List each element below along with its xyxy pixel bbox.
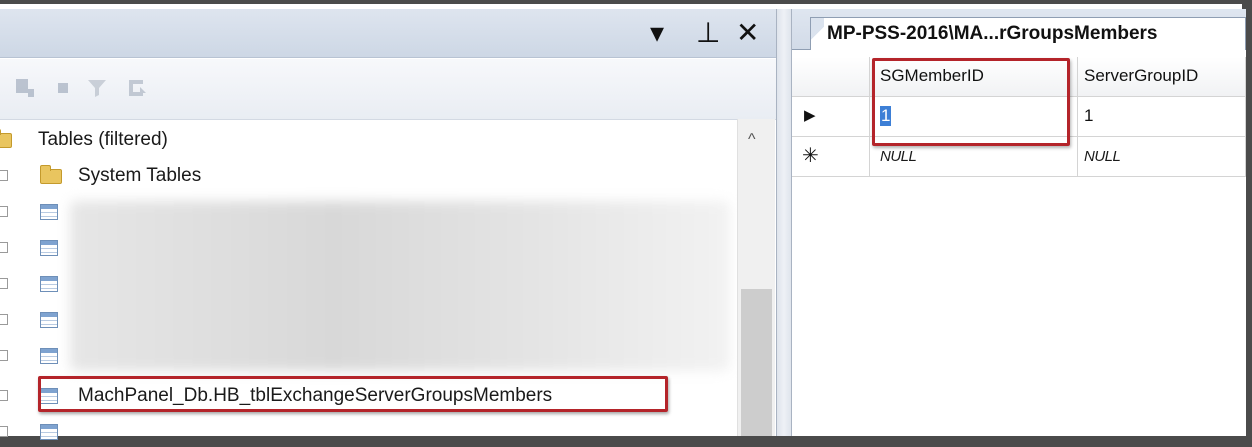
tree-node-tables[interactable]: Tables (filtered) [0,125,736,155]
tree-scrollbar[interactable]: ^ [737,119,775,436]
folder-icon [0,129,12,148]
table-icon [40,240,58,256]
null-value: NULL [880,148,917,165]
pin-icon[interactable]: ⊥ [696,17,720,49]
object-explorer-toolbar [0,59,776,120]
tree-node-label: Tables (filtered) [38,129,168,150]
tree-node-system-tables[interactable]: System Tables [0,161,736,191]
ssms-window: ▾ ⊥ ✕ Tables (filtered) System Tables Ma… [0,0,1246,440]
document-tab[interactable]: MP-PSS-2016\MA...rGroupsMembers [810,17,1246,50]
table-icon [40,348,58,364]
tree-node-label: System Tables [78,165,202,186]
document-tabstrip: MP-PSS-2016\MA...rGroupsMembers [792,9,1246,50]
expand-icon[interactable] [0,278,8,289]
refresh-icon[interactable] [126,77,148,99]
disconnect-icon[interactable] [52,77,74,99]
table-icon [40,312,58,328]
dropdown-arrow-icon[interactable]: ▾ [650,17,664,49]
cell-servergroupid[interactable]: 1 [1078,97,1246,137]
table-icon [40,424,58,440]
folder-icon [40,165,62,184]
redacted-table-names [70,201,730,371]
row-indicator-current[interactable]: ▶ [792,97,870,137]
expand-icon[interactable] [0,426,8,437]
expand-icon[interactable] [0,206,8,217]
expand-icon[interactable] [0,390,8,401]
column-header-servergroupid[interactable]: ServerGroupID [1078,57,1246,97]
annotation-highlight-box [872,58,1070,146]
expand-icon[interactable] [0,314,8,325]
expand-icon[interactable] [0,350,8,361]
table-icon [40,276,58,292]
null-value: NULL [1084,148,1121,165]
connect-icon[interactable] [14,77,36,99]
annotation-highlight-box [38,376,668,412]
filter-icon[interactable] [86,77,108,99]
tree-node-table[interactable] [0,417,736,447]
cell-servergroupid-new[interactable]: NULL [1078,137,1246,177]
object-explorer-titlebar: ▾ ⊥ ✕ [0,9,776,58]
expand-icon[interactable] [0,242,8,253]
panel-splitter[interactable] [776,9,792,436]
row-indicator-new[interactable]: ✳ [792,137,870,177]
row-header-corner [792,57,870,97]
table-icon [40,204,58,220]
object-explorer-panel: ▾ ⊥ ✕ Tables (filtered) System Tables Ma… [0,9,776,440]
close-icon[interactable]: ✕ [736,17,759,49]
scrollbar-thumb[interactable] [741,289,772,436]
scroll-up-icon[interactable]: ^ [748,131,756,149]
expand-icon[interactable] [0,170,8,181]
